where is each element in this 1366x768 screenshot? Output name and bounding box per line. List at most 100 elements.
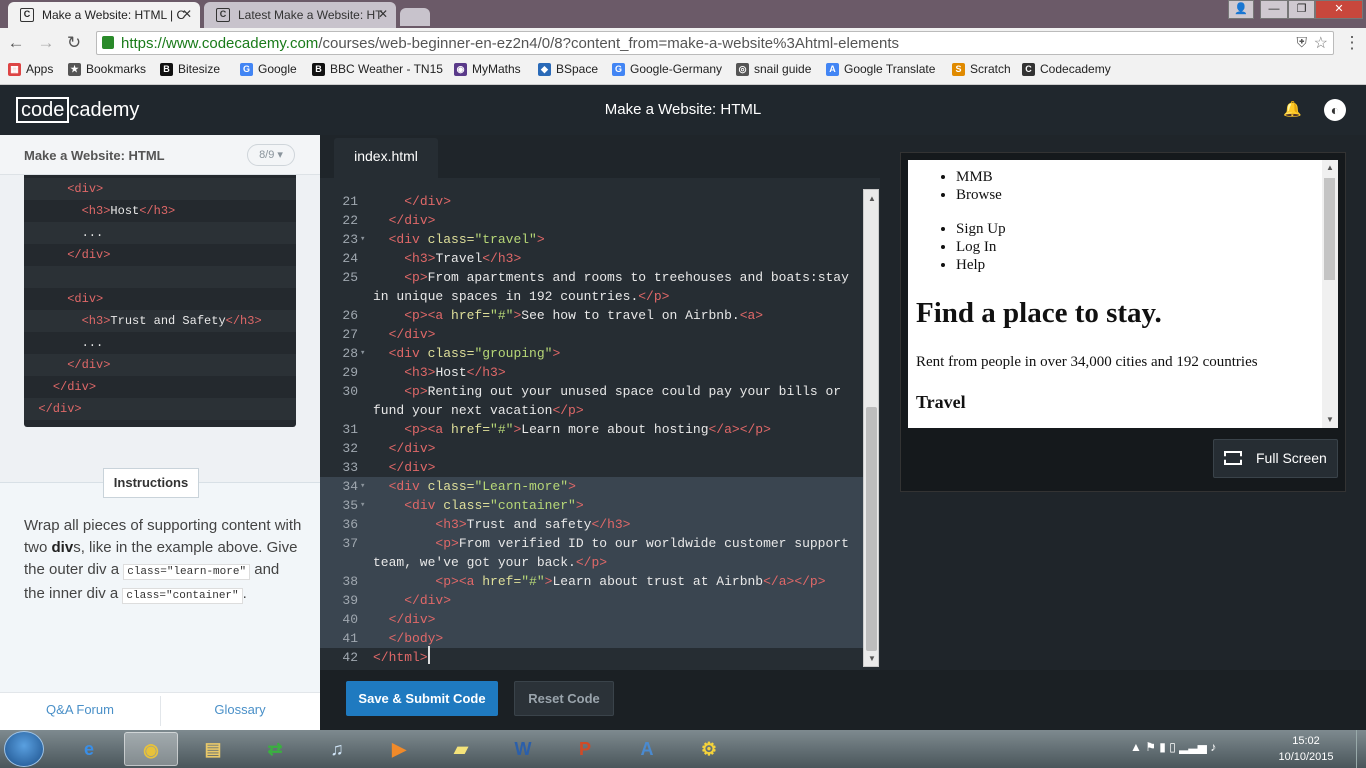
- lesson-progress-dropdown[interactable]: 8/9 ▾: [247, 144, 295, 166]
- maximize-button[interactable]: ❐: [1288, 0, 1315, 19]
- bookmark-snail-guide[interactable]: ◎ snail guide: [736, 62, 811, 80]
- bookmark-bookmarks[interactable]: ★ Bookmarks: [68, 62, 146, 80]
- preview-page[interactable]: MMB Browse Sign Up Log In Help Find a pl…: [908, 160, 1338, 428]
- code-line[interactable]: 21 </div>: [320, 192, 864, 211]
- bookmark-bbc-weather-tn15[interactable]: B BBC Weather - TN15: [312, 62, 443, 80]
- code-line[interactable]: 36 <h3>Trust and safety</h3>: [320, 515, 864, 534]
- shield-icon[interactable]: ⛨: [1297, 34, 1308, 51]
- browser-tab[interactable]: C Latest Make a Website: HT ✕: [204, 2, 396, 28]
- code-text: in unique spaces in 192 countries.</p>: [373, 289, 670, 304]
- code-line[interactable]: team, we've got your back.</p>: [320, 553, 864, 572]
- code-line[interactable]: 41 </body>: [320, 629, 864, 648]
- taskbar-file-explorer-icon[interactable]: ▤: [186, 732, 240, 766]
- show-desktop-button[interactable]: [1356, 730, 1366, 768]
- menu-icon[interactable]: ⋮: [1342, 33, 1362, 53]
- avatar[interactable]: ◐: [1324, 99, 1346, 121]
- taskbar-internet-explorer-icon[interactable]: e: [62, 732, 116, 766]
- taskbar-word-icon[interactable]: W: [496, 732, 550, 766]
- bookmark-label: Google Translate: [844, 62, 936, 76]
- start-button[interactable]: [4, 731, 44, 767]
- scroll-up-icon[interactable]: ▲: [1322, 161, 1338, 175]
- back-icon[interactable]: ←: [6, 33, 26, 53]
- preview-scrollbar-thumb[interactable]: [1324, 178, 1335, 280]
- taskbar-sticky-notes-icon[interactable]: ▰: [434, 732, 488, 766]
- editor-scrollbar-thumb[interactable]: [866, 407, 877, 651]
- system-tray-icons[interactable]: ▲ ⚑ ▮ ▯ ▂▃▅ ♪: [1130, 740, 1216, 754]
- fold-arrow-icon[interactable]: ▾: [360, 477, 365, 496]
- bookmark-google-germany[interactable]: G Google-Germany: [612, 62, 722, 80]
- code-line[interactable]: 26 <p><a href="#">See how to travel on A…: [320, 306, 864, 325]
- clock[interactable]: 15:02 10/10/2015: [1272, 733, 1340, 765]
- qa-forum-link[interactable]: Q&A Forum: [0, 702, 160, 717]
- code-line[interactable]: 29 <h3>Host</h3>: [320, 363, 864, 382]
- bookmark-bspace[interactable]: ◆ BSpace: [538, 62, 598, 80]
- code-line[interactable]: in unique spaces in 192 countries.</p>: [320, 287, 864, 306]
- scroll-up-icon[interactable]: ▲: [864, 192, 880, 206]
- taskbar-powerpoint-icon[interactable]: P: [558, 732, 612, 766]
- code-line[interactable]: 22 </div>: [320, 211, 864, 230]
- code-text: <div class="container">: [404, 498, 584, 513]
- forward-icon[interactable]: →: [36, 33, 56, 53]
- bookmark-scratch[interactable]: S Scratch: [952, 62, 1011, 80]
- bookmark-apps[interactable]: ▦ Apps: [8, 62, 53, 80]
- code-line[interactable]: 38 <p><a href="#">Learn about trust at A…: [320, 572, 864, 591]
- code-line[interactable]: 30 <p>Renting out your unused space coul…: [320, 382, 864, 401]
- code-text: </div>: [404, 194, 452, 209]
- close-tab-icon[interactable]: ✕: [378, 7, 388, 21]
- list-item: Help: [956, 256, 1006, 274]
- code-line[interactable]: 33 </div>: [320, 458, 864, 477]
- save-submit-button[interactable]: Save & Submit Code: [346, 681, 498, 716]
- code-line[interactable]: 24 <h3>Travel</h3>: [320, 249, 864, 268]
- preview-paragraph: Rent from people in over 34,000 cities a…: [916, 354, 1258, 370]
- code-line[interactable]: 39 </div>: [320, 591, 864, 610]
- bell-icon[interactable]: 🔔: [1283, 100, 1302, 118]
- window-close-button[interactable]: ✕: [1315, 0, 1363, 19]
- reload-icon[interactable]: ↻: [64, 33, 84, 53]
- bookmark-google[interactable]: G Google: [240, 62, 297, 80]
- code-line[interactable]: 31 <p><a href="#">Learn more about hosti…: [320, 420, 864, 439]
- bookmark-codecademy[interactable]: C Codecademy: [1022, 62, 1111, 80]
- new-tab-button[interactable]: [400, 8, 430, 26]
- taskbar-publisher-icon[interactable]: A: [620, 732, 674, 766]
- taskbar-media-player-icon[interactable]: ▶: [372, 732, 426, 766]
- line-number: 31: [342, 422, 358, 437]
- bookmark-google-translate[interactable]: A Google Translate: [826, 62, 935, 80]
- reset-code-button[interactable]: Reset Code: [514, 681, 614, 716]
- scroll-down-icon[interactable]: ▼: [864, 652, 880, 666]
- minimize-button[interactable]: —: [1260, 0, 1288, 19]
- user-icon[interactable]: 👤: [1228, 0, 1254, 19]
- star-icon[interactable]: ☆: [1314, 33, 1328, 53]
- code-line[interactable]: 35 ▾ <div class="container">: [320, 496, 864, 515]
- code-line[interactable]: 42 </html>: [320, 648, 864, 667]
- code-line[interactable]: 34 ▾ <div class="Learn-more">: [320, 477, 864, 496]
- address-bar[interactable]: https://www.codecademy.com/courses/web-b…: [96, 31, 1334, 55]
- taskbar-chrome-icon[interactable]: ◉: [124, 732, 178, 766]
- file-tab-index-html[interactable]: index.html: [334, 138, 438, 178]
- code-line[interactable]: 25 <p>From apartments and rooms to treeh…: [320, 268, 864, 287]
- code-line[interactable]: 37 <p>From verified ID to our worldwide …: [320, 534, 864, 553]
- code-line[interactable]: 28 ▾ <div class="grouping">: [320, 344, 864, 363]
- code-text: </div>: [388, 213, 436, 228]
- taskbar-itunes-icon[interactable]: ♫: [310, 732, 364, 766]
- bookmark-mymaths[interactable]: ◉ MyMaths: [454, 62, 521, 80]
- bookmark-favicon-icon: S: [952, 63, 965, 76]
- code-line[interactable]: 40 </div>: [320, 610, 864, 629]
- bookmark-favicon-icon: ★: [68, 63, 81, 76]
- fold-arrow-icon[interactable]: ▾: [360, 230, 365, 249]
- code-line[interactable]: 27 </div>: [320, 325, 864, 344]
- code-line[interactable]: 23 ▾ <div class="travel">: [320, 230, 864, 249]
- code-line[interactable]: fund your next vacation</p>: [320, 401, 864, 420]
- code-line[interactable]: 32 </div>: [320, 439, 864, 458]
- fold-arrow-icon[interactable]: ▾: [360, 496, 365, 515]
- close-tab-icon[interactable]: ✕: [182, 7, 192, 21]
- fold-arrow-icon[interactable]: ▾: [360, 344, 365, 363]
- browser-tab-active[interactable]: C Make a Website: HTML | C ✕: [8, 2, 200, 28]
- scroll-down-icon[interactable]: ▼: [1322, 413, 1338, 427]
- codecademy-favicon-icon: C: [216, 8, 230, 22]
- bookmark-label: Apps: [26, 62, 54, 76]
- taskbar-python-icon[interactable]: ⚙: [682, 732, 736, 766]
- bookmark-favicon-icon: B: [312, 63, 325, 76]
- taskbar-green-arrows-icon[interactable]: ⇄: [248, 732, 302, 766]
- glossary-link[interactable]: Glossary: [160, 702, 320, 717]
- bookmark-bitesize[interactable]: B Bitesize: [160, 62, 220, 80]
